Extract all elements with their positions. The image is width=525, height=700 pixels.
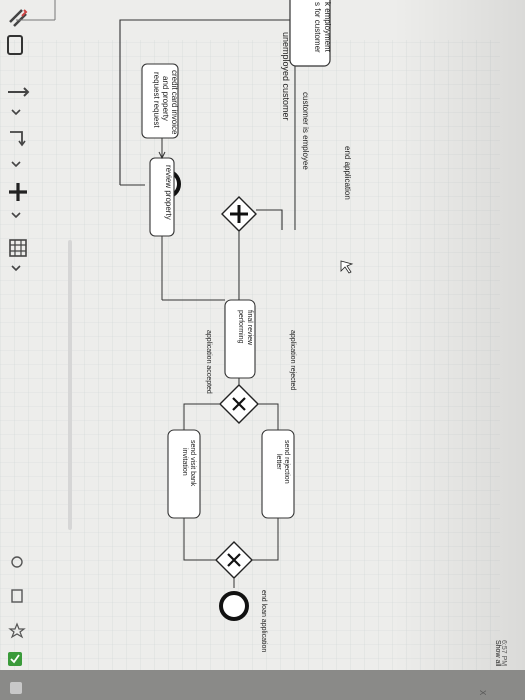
label-end-loan-application: end loan application [260, 590, 267, 652]
label-unemployed-customer: unemployed customer [281, 32, 291, 121]
scrollbar[interactable] [68, 240, 72, 530]
screenshot-stage: unemployed customer end application cust… [0, 0, 525, 700]
task-review-property-label: review property [164, 165, 173, 220]
task-final-review-line2: performing [237, 310, 244, 344]
show-all-link[interactable]: Show all [494, 640, 501, 667]
task-send-visit-line1: send visit bank [189, 440, 196, 487]
end-event-loan [219, 591, 249, 621]
label-check-employment-1: k employment [323, 2, 332, 53]
task-send-visit-line2: invitation [181, 448, 188, 476]
label-application-rejected: application rejected [289, 330, 296, 390]
task-credit-card-line2: and property [161, 76, 170, 121]
close-icon[interactable]: X [478, 690, 487, 696]
label-end-application: end application [343, 146, 352, 200]
bottom-bezel [0, 670, 525, 700]
task-send-rejection-line1: send rejection [283, 440, 290, 484]
label-customer-is-employee: customer is employee [301, 92, 310, 170]
profile-icon[interactable] [10, 682, 22, 694]
task-final-review-line1: final review [246, 310, 253, 346]
extension-icon[interactable] [8, 652, 22, 666]
screen-photo: unemployed customer end application cust… [0, 0, 525, 700]
clock-label: 6:57 PM [500, 640, 507, 666]
label-application-accepted: application accepted [205, 330, 212, 394]
task-send-rejection-line2: letter [275, 454, 282, 470]
task-credit-card-line1: credit card invoice [170, 70, 179, 135]
label-check-employment-2: s for customer [313, 2, 322, 53]
task-credit-card-line3: request request [152, 72, 161, 128]
